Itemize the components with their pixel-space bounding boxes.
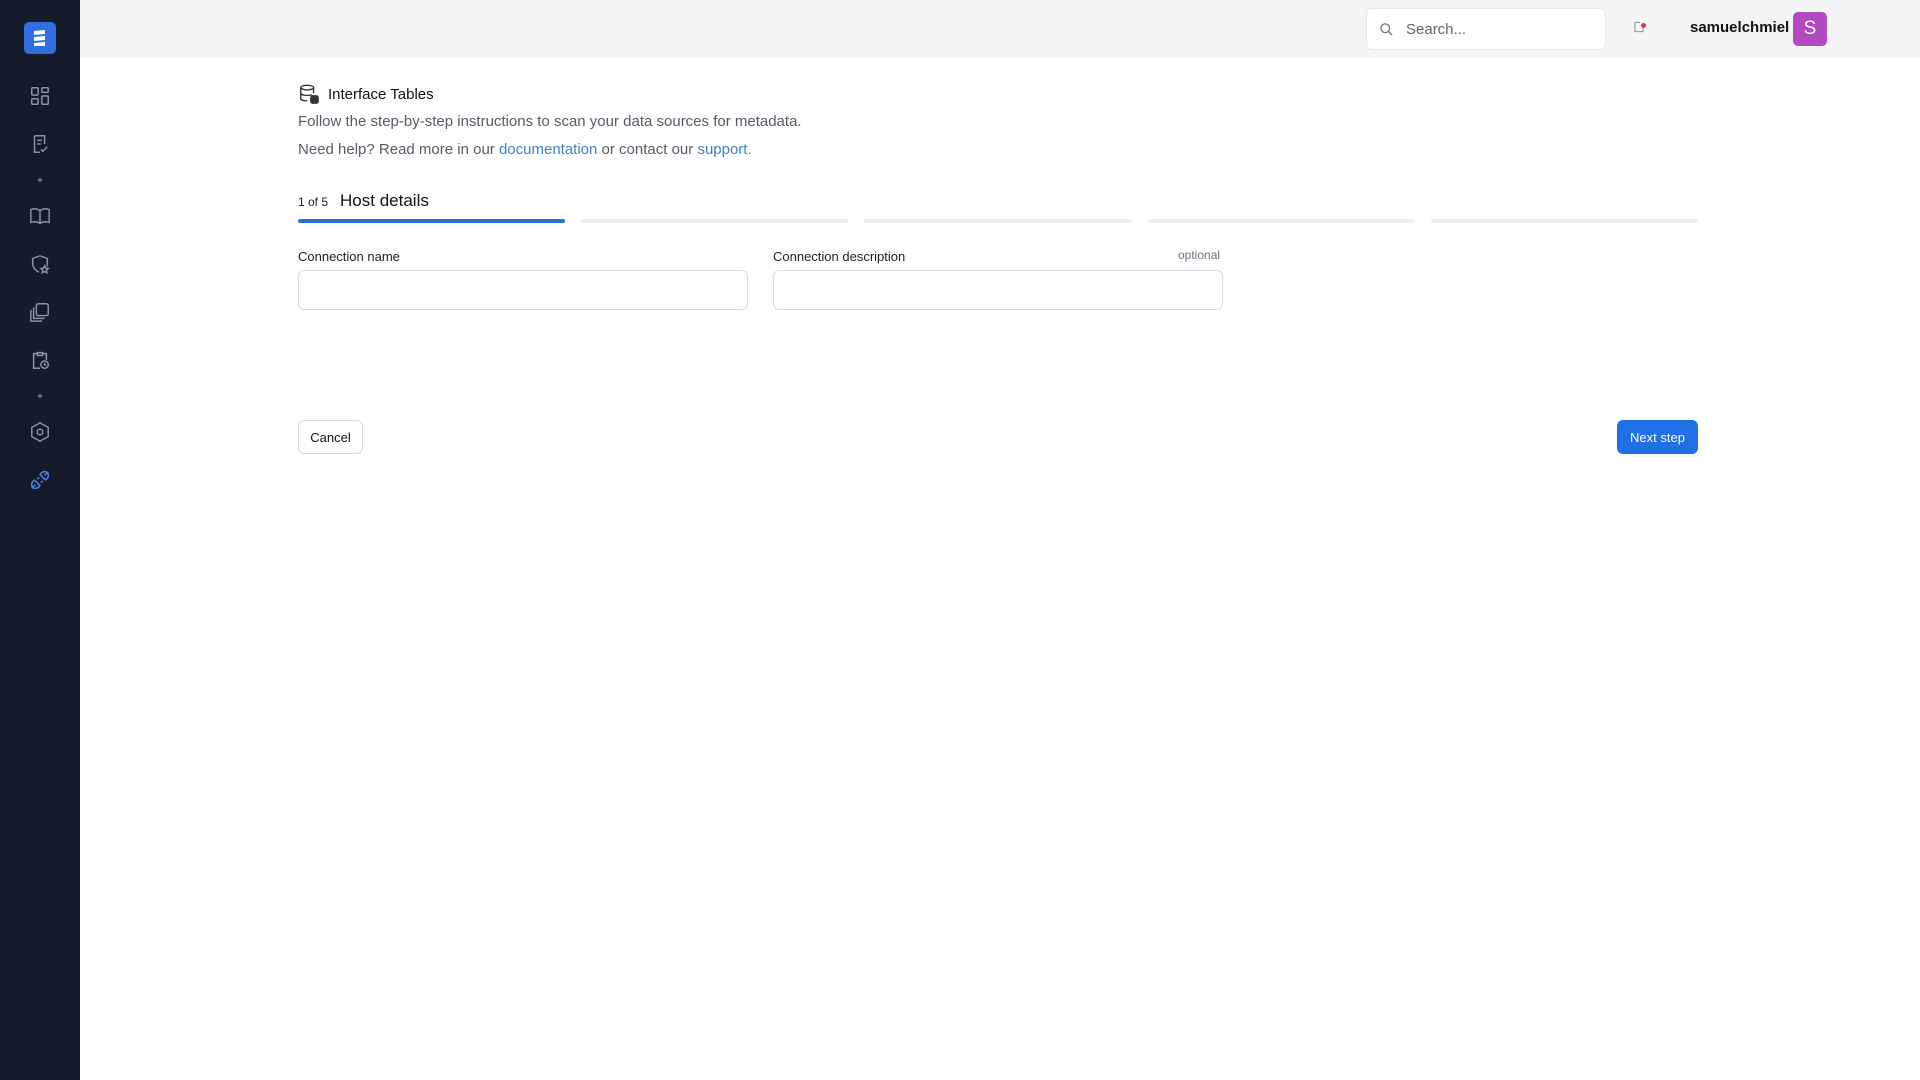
connection-description-label: Connection description [773,249,906,264]
connection-plug-icon [30,470,50,490]
dashboard-icon [31,87,49,105]
cancel-button[interactable]: Cancel [298,420,363,454]
help-middle: or contact our [597,141,698,158]
help-prefix: Need help? Read more in our [298,141,499,158]
notifications-button[interactable] [1632,20,1650,38]
connection-name-input[interactable] [298,270,748,310]
page-title: Interface Tables [328,85,434,103]
progress-segment-4 [1147,219,1415,223]
database-icon [300,84,319,104]
documentation-link[interactable]: documentation [499,141,597,158]
search-icon [1380,22,1393,36]
connection-name-label: Connection name [298,249,400,264]
sidebar-item-dashboard[interactable] [20,76,60,116]
progress-segment-5 [1430,219,1698,223]
progress-segment-2 [581,219,849,223]
page-description: Follow the step-by-step instructions to … [298,113,802,130]
sidebar-item-checklist[interactable] [20,124,60,164]
wizard-progress [298,219,1698,223]
clipboard-clock-icon [32,351,49,369]
sidebar-separator-2 [38,394,42,398]
wizard-step-header: 1 of 5 Host details [298,191,429,211]
connection-description-input[interactable] [773,270,1223,310]
top-bar: samuelchmiel S [80,0,1920,58]
sidebar-item-settings[interactable] [20,412,60,452]
optional-tag: optional [1178,248,1221,262]
username: samuelchmiel [1690,19,1790,36]
sidebar-item-collections[interactable] [20,292,60,332]
help-text: Need help? Read more in our documentatio… [298,141,752,158]
sidebar-item-catalog[interactable] [20,196,60,236]
step-name: Host details [340,191,429,210]
logo-icon [34,30,45,46]
avatar[interactable]: S [1793,12,1827,46]
book-icon [30,208,50,225]
progress-segment-3 [864,219,1132,223]
checklist-icon [33,135,48,153]
sidebar-item-governance[interactable] [20,244,60,284]
sidebar [0,0,80,1080]
step-count: 1 of 5 [298,195,329,209]
support-link[interactable]: support. [697,141,751,158]
sidebar-item-tasks[interactable] [20,340,60,380]
shield-star-icon [31,255,50,275]
hexagon-settings-icon [31,421,49,443]
search-box[interactable] [1366,8,1606,50]
sidebar-item-connections[interactable] [20,460,60,500]
app-logo[interactable] [24,22,56,54]
page-header: Interface Tables [298,83,434,105]
search-input[interactable] [1406,20,1586,38]
sidebar-separator [38,178,42,182]
progress-segment-1 [298,219,566,223]
stacked-copies-icon [30,303,49,322]
notification-dot [1641,23,1646,28]
next-step-button[interactable]: Next step [1617,420,1698,454]
